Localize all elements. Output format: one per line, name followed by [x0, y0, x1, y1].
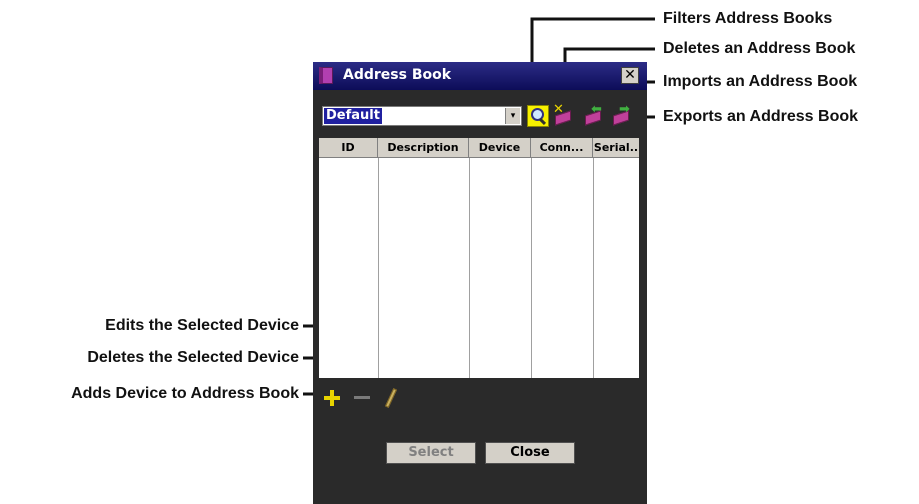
column-header-connection[interactable]: Conn...	[531, 138, 593, 157]
edit-device-button[interactable]	[385, 388, 397, 410]
filter-address-books-button[interactable]	[527, 105, 549, 127]
close-button[interactable]: Close	[485, 442, 575, 464]
annotation-export-book: Exports an Address Book	[663, 108, 859, 125]
add-device-button[interactable]	[322, 388, 342, 408]
annotation-delete-device: Deletes the Selected Device	[87, 349, 299, 366]
import-address-book-button[interactable]: ⬅	[583, 102, 605, 127]
close-window-button[interactable]: ✕	[621, 67, 639, 84]
column-header-id[interactable]: ID	[319, 138, 378, 157]
column-header-device[interactable]: Device	[469, 138, 531, 157]
annotation-add-device: Adds Device to Address Book	[71, 385, 299, 402]
import-arrow-icon: ⬅	[591, 102, 602, 117]
column-divider	[593, 158, 594, 378]
address-book-icon	[319, 67, 333, 84]
delete-marker-icon: ✕	[553, 102, 564, 117]
address-book-select-value: Default	[324, 108, 382, 124]
export-address-book-button[interactable]: ➡	[611, 102, 633, 127]
column-divider	[469, 158, 470, 378]
column-header-serial[interactable]: Serial..	[593, 138, 639, 157]
column-header-description[interactable]: Description	[378, 138, 469, 157]
close-icon: ✕	[624, 67, 636, 83]
title-bar: Address Book ✕	[313, 62, 647, 90]
column-divider	[378, 158, 379, 378]
address-book-window: Address Book ✕ Default ▾ ✕ ⬅ ➡ ID Descri…	[313, 62, 647, 504]
device-table[interactable]: ID Description Device Conn... Serial..	[319, 138, 639, 378]
annotation-filter: Filters Address Books	[663, 10, 833, 27]
select-button[interactable]: Select	[386, 442, 476, 464]
column-divider	[531, 158, 532, 378]
delete-device-button[interactable]	[353, 388, 371, 408]
window-title: Address Book	[343, 67, 452, 83]
export-arrow-icon: ➡	[619, 102, 630, 117]
address-book-select[interactable]: Default ▾	[322, 106, 522, 126]
annotation-import-book: Imports an Address Book	[663, 73, 858, 90]
delete-address-book-button[interactable]: ✕	[553, 102, 575, 127]
annotation-edit-device: Edits the Selected Device	[105, 317, 299, 334]
annotation-delete-book: Deletes an Address Book	[663, 40, 856, 57]
table-header: ID Description Device Conn... Serial..	[319, 138, 639, 158]
chevron-down-icon[interactable]: ▾	[505, 108, 520, 124]
